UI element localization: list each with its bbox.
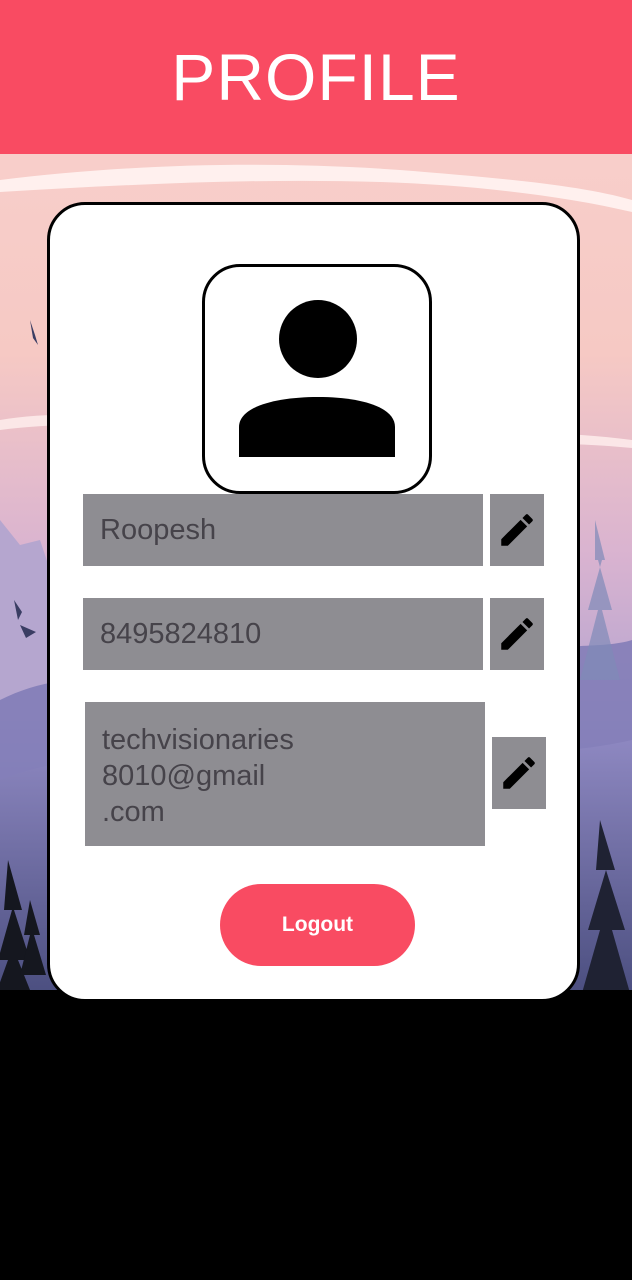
name-value: Roopesh xyxy=(100,513,217,546)
pencil-icon xyxy=(501,618,533,650)
phone-field[interactable]: 8495824810 xyxy=(83,598,483,670)
pencil-icon xyxy=(503,757,535,789)
logout-label: Logout xyxy=(281,913,354,936)
name-field[interactable]: Roopesh xyxy=(83,494,483,566)
profile-card: Roopesh 8495824810 techvisionaries 8010@… xyxy=(47,202,580,1002)
edit-email-button[interactable] xyxy=(492,737,546,809)
edit-name-button[interactable] xyxy=(490,494,544,566)
phone-value: 8495824810 xyxy=(100,617,262,650)
pencil-icon xyxy=(501,514,533,546)
page-title: PROFILE xyxy=(171,40,461,114)
app-header: PROFILE xyxy=(0,0,632,154)
email-field[interactable]: techvisionaries 8010@gmail .com xyxy=(85,702,485,846)
logout-button[interactable]: Logout xyxy=(220,884,415,966)
person-icon xyxy=(239,300,395,457)
avatar[interactable] xyxy=(202,264,432,494)
edit-phone-button[interactable] xyxy=(490,598,544,670)
email-value: techvisionaries 8010@gmail .com xyxy=(102,724,294,828)
